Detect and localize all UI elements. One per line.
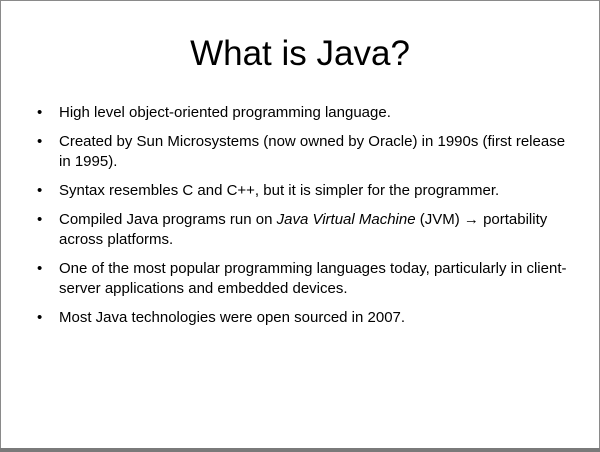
bullet-item: • Most Java technologies were open sourc… <box>37 308 567 328</box>
bullet-text: High level object-oriented programming l… <box>59 104 391 121</box>
slide-title: What is Java? <box>190 34 410 73</box>
bullet-marker: • <box>37 309 43 326</box>
bullet-text: Created by Sun Microsystems (now owned b… <box>59 133 566 170</box>
bullet-item: • Syntax resembles C and C++, but it is … <box>37 181 567 201</box>
bullet-item: • Created by Sun Microsystems (now owned… <box>37 132 567 172</box>
bullet-marker: • <box>37 260 43 277</box>
bullet-marker: • <box>37 104 43 121</box>
bullet-item: • Compiled Java programs run on Java Vir… <box>37 210 567 250</box>
bullet-text: Most Java technologies were open sourced… <box>59 309 406 326</box>
slide: What is Java? • High level object-orient… <box>0 0 600 452</box>
bullet-marker: • <box>37 211 43 228</box>
bullet-item: • One of the most popular programming la… <box>37 259 567 299</box>
bullet-text: Syntax resembles C and C++, but it is si… <box>59 182 500 199</box>
bullet-list: • High level object-oriented programming… <box>37 103 567 337</box>
bullet-marker: • <box>37 182 43 199</box>
bullet-text-before: Compiled Java programs run on <box>59 211 277 228</box>
bottom-border <box>0 448 600 452</box>
bullet-marker: • <box>37 133 43 150</box>
bullet-item: • High level object-oriented programming… <box>37 103 567 123</box>
bullet-text: One of the most popular programming lang… <box>59 260 567 297</box>
bullet-text-italic: Java Virtual Machine <box>276 211 416 228</box>
